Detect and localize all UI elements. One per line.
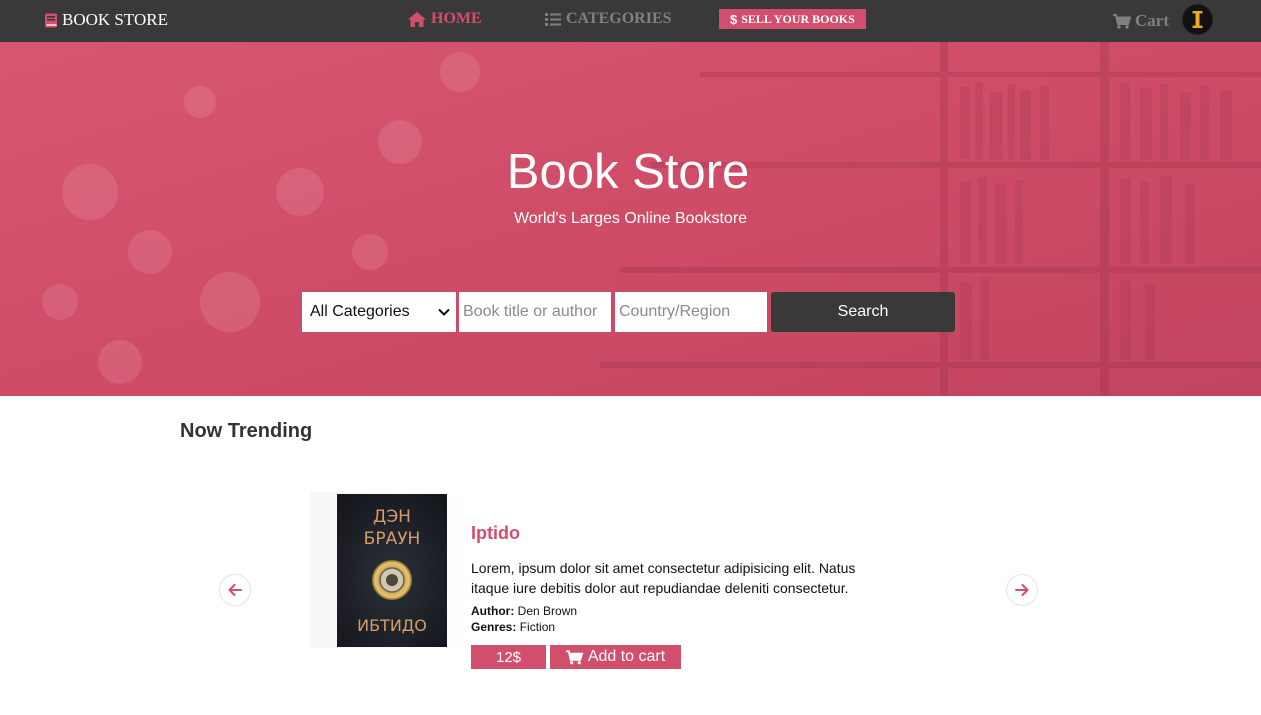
carousel-prev-button[interactable] (219, 574, 251, 606)
brand-link[interactable]: BOOK STORE (44, 10, 168, 30)
genres-label: Genres: (471, 620, 517, 634)
book-genres: Genres: Fiction (471, 620, 555, 634)
arrow-left-icon (228, 584, 242, 596)
nav-home-label: HOME (431, 10, 482, 27)
cart-label: Cart (1135, 11, 1169, 30)
chevron-down-icon (438, 308, 450, 316)
book-cover-image[interactable]: ДЭН БРАУН ИБТИДО (337, 494, 447, 647)
author-label: Author: (471, 604, 515, 618)
book-icon (45, 13, 57, 27)
cover-author-last: БРАУН (364, 529, 421, 549)
search-button[interactable]: Search (771, 292, 955, 332)
home-icon (408, 11, 426, 27)
hero-title: Book Store (506, 145, 750, 199)
carousel-next-button[interactable] (1006, 574, 1038, 606)
section-title: Now Trending (180, 420, 313, 442)
price-badge: 12$ (471, 645, 546, 669)
cover-author-first: ДЭН (373, 507, 411, 527)
country-input[interactable] (615, 292, 767, 332)
cart-icon (565, 649, 583, 664)
sell-books-button[interactable]: $ SELL YOUR BOOKS (719, 9, 866, 29)
avatar-logo-icon (1192, 11, 1203, 28)
add-to-cart-label: Add to cart (587, 648, 666, 665)
category-select-value: All Categories (310, 303, 410, 320)
book-title[interactable]: Iptido (471, 523, 520, 544)
sell-books-label: SELL YOUR BOOKS (741, 11, 855, 26)
list-icon (545, 12, 561, 26)
add-to-cart-button[interactable]: Add to cart (550, 645, 681, 669)
author-value: Den Brown (517, 604, 578, 618)
nav-home[interactable]: HOME (408, 9, 482, 29)
brand-label: BOOK STORE (62, 10, 168, 29)
user-avatar[interactable] (1182, 4, 1213, 35)
top-navbar: BOOK STORE HOME CATEGORIES $ SELL YOUR B… (0, 0, 1261, 42)
book-search-input[interactable] (459, 292, 611, 332)
genres-value: Fiction (519, 620, 556, 634)
nav-categories-label: CATEGORIES (566, 10, 672, 27)
dollar-icon: $ (730, 13, 738, 26)
arrow-right-icon (1015, 584, 1029, 596)
nav-categories[interactable]: CATEGORIES (545, 9, 672, 29)
hero-banner: Book Store World's Larges Online Booksto… (0, 42, 1261, 396)
hero-subtitle: World's Larges Online Bookstore (513, 210, 748, 227)
book-author: Author: Den Brown (471, 604, 577, 618)
cover-title: ИБТИДО (357, 616, 427, 635)
category-select[interactable]: All Categories (302, 292, 456, 332)
book-description: Lorem, ipsum dolor sit amet consectetur … (471, 560, 856, 596)
cart-link[interactable]: Cart (1113, 11, 1169, 31)
cart-icon (1113, 13, 1131, 29)
svg-text:$: $ (730, 13, 738, 26)
